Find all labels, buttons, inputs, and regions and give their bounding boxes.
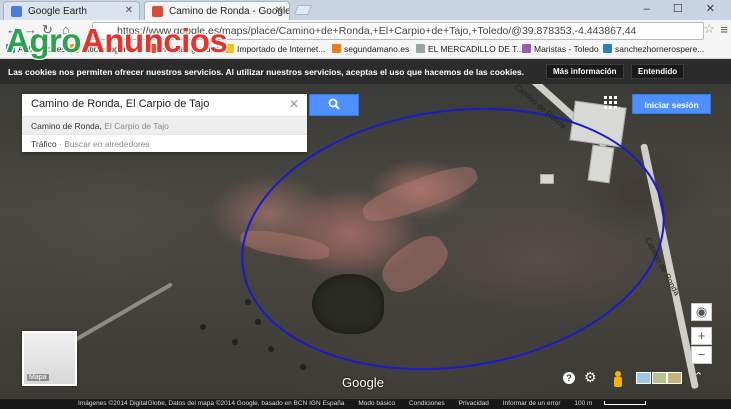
menu-icon[interactable]: ≡ (720, 22, 728, 37)
zoom-in-button[interactable]: + (691, 327, 712, 345)
cookie-text: Las cookies nos permiten ofrecer nuestro… (8, 67, 525, 77)
tab-strip: Google Earth ✕ Camino de Ronda - Google … (0, 0, 731, 20)
search-button[interactable] (309, 94, 359, 116)
bookmark-icon (522, 44, 531, 53)
close-tab-icon[interactable]: ✕ (125, 5, 133, 16)
more-info-button[interactable]: Más información (546, 64, 624, 79)
google-logo: Google (342, 375, 384, 390)
apps-grid-icon[interactable] (604, 96, 617, 109)
scale-bar (604, 401, 647, 405)
cookie-notice: Las cookies nos permiten ofrecer nuestro… (0, 59, 731, 84)
tab-google-earth[interactable]: Google Earth ✕ (3, 1, 140, 20)
photo-thumbnail[interactable] (652, 372, 667, 384)
scale-label: 100 m (574, 400, 593, 407)
tab-label: Google Earth (28, 6, 87, 17)
suggestion-traffic[interactable]: Tráfico · Buscar en alrededores (22, 134, 307, 152)
basic-mode-link[interactable]: Modo básico (358, 400, 395, 407)
report-error-link[interactable]: Informar de un error (503, 400, 561, 407)
gear-icon[interactable]: ⚙ (584, 369, 597, 386)
privacy-link[interactable]: Privacidad (459, 400, 489, 407)
sign-in-button[interactable]: Iniciar sesión (632, 94, 711, 114)
close-tab-icon[interactable]: ✕ (275, 5, 283, 16)
search-icon (328, 98, 340, 110)
search-suggestions: Camino de Ronda, El Carpio de Tajo Tráfi… (22, 116, 307, 152)
tab-google-maps[interactable]: Camino de Ronda - Google M ✕ (144, 1, 290, 20)
bookmark-sanchez[interactable]: sanchezhornerospere... (603, 44, 704, 54)
photo-thumbnail[interactable] (667, 372, 682, 384)
bookmark-icon (332, 44, 341, 53)
page-icon (416, 44, 425, 53)
search-value: Camino de Ronda, El Carpio de Tajo (31, 98, 210, 110)
window-controls[interactable]: ‒ ☐ ✕ (644, 2, 725, 15)
cookie-ok-button[interactable]: Entendido (631, 64, 685, 79)
terms-link[interactable]: Condiciones (409, 400, 445, 407)
agroanuncios-watermark: AgroAnuncios (6, 22, 228, 59)
photo-thumbnail[interactable] (636, 372, 651, 384)
bookmark-imported[interactable]: Importado de Internet... (225, 44, 325, 54)
bookmark-star-icon[interactable]: ☆ (703, 21, 715, 37)
pegman-icon[interactable] (613, 371, 623, 387)
map-type-label: Mapa (27, 374, 49, 381)
suggestion-place[interactable]: Camino de Ronda, El Carpio de Tajo (22, 116, 307, 134)
zoom-out-button[interactable]: − (691, 346, 712, 364)
expand-chevron-icon[interactable]: ⌃ (694, 370, 703, 383)
bookmark-maristas[interactable]: Maristas - Toledo (522, 44, 599, 54)
google-maps-favicon-icon (152, 6, 163, 17)
help-icon[interactable]: ? (563, 372, 575, 384)
google-earth-favicon-icon (11, 6, 22, 17)
map-footer: Imágenes ©2014 DigitalGlobe, Datos del m… (0, 399, 731, 409)
map-type-switcher[interactable]: Mapa (22, 331, 77, 386)
clear-search-icon[interactable]: ✕ (289, 97, 299, 111)
my-location-button[interactable]: ◉ (691, 303, 712, 321)
attribution-text: Imágenes ©2014 DigitalGlobe, Datos del m… (78, 400, 345, 407)
bookmark-segundamano[interactable]: segundamano.es (332, 44, 409, 54)
tab-label: Camino de Ronda - Google M (169, 6, 290, 17)
bookmark-mercadillo[interactable]: EL MERCADILLO DE T... (416, 44, 523, 54)
new-tab-button[interactable] (294, 5, 312, 15)
bookmark-icon (603, 44, 612, 53)
search-input[interactable]: Camino de Ronda, El Carpio de Tajo ✕ (22, 94, 307, 116)
location-icon: ◉ (695, 304, 708, 319)
